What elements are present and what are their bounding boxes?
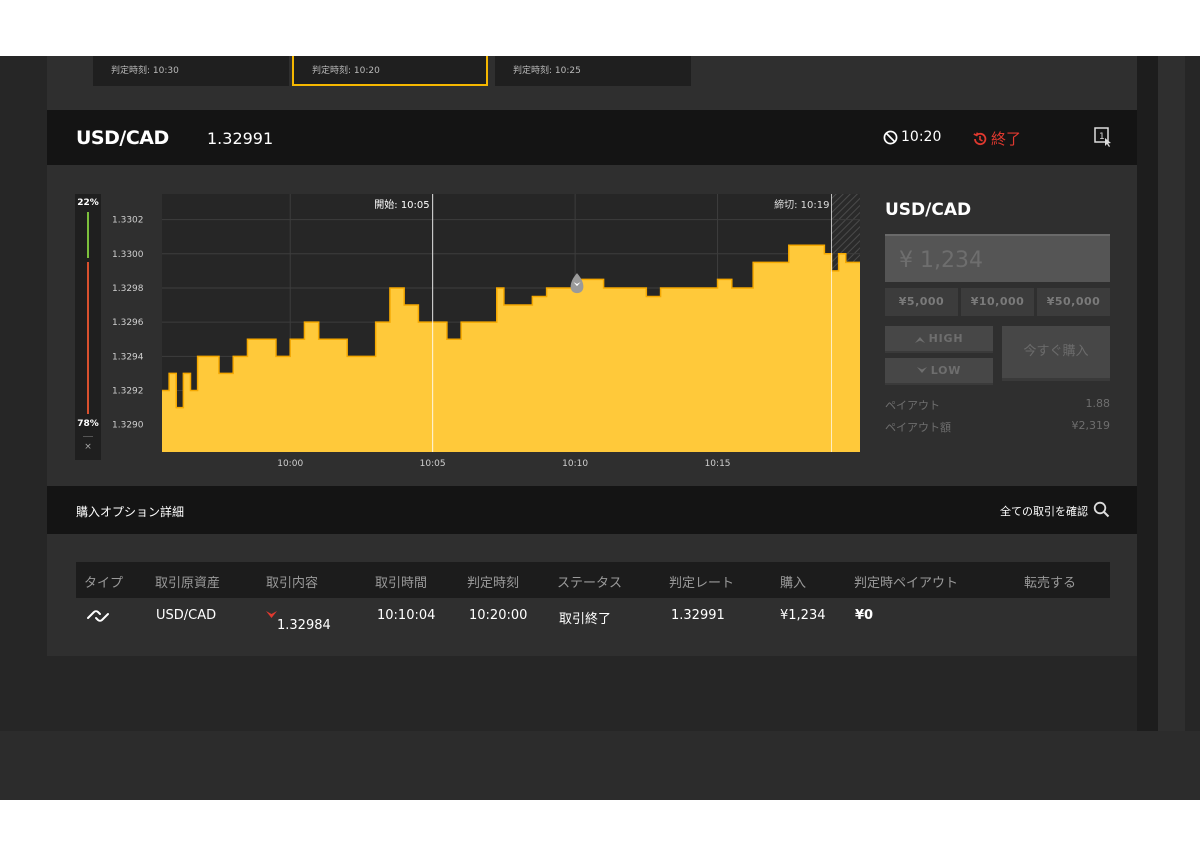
low-direction-icon	[266, 611, 277, 618]
col-judge-time: 判定時刻	[467, 576, 520, 591]
panel-asset-title: USD/CAD	[885, 200, 972, 220]
x-tick-label: 10:05	[420, 459, 446, 469]
low-button-label: LOW	[930, 364, 962, 377]
details-table-header: タイプ 取引原資産 取引内容 取引時間 判定時刻 ステータス 判定レート 購入 …	[76, 562, 1110, 598]
amount-input[interactable]: ¥ 1,234	[885, 234, 1110, 282]
preset-50000-button[interactable]: ¥50,000	[1037, 288, 1110, 316]
asset-header: USD/CAD 1.32991 10:20 終了 1	[47, 110, 1137, 165]
col-type: タイプ	[84, 576, 124, 591]
option-tab-1025[interactable]: 判定時刻: 10:25	[495, 56, 691, 86]
ratio-separator	[83, 436, 93, 437]
col-asset: 取引原資産	[155, 576, 221, 591]
single-chart-view-icon[interactable]: 1	[1094, 127, 1112, 147]
trade-status: 終了	[972, 128, 1021, 149]
table-row[interactable]: USD/CAD 1.32984 10:10:04 10:20:00 取引終了 1…	[76, 598, 1110, 634]
x-tick-label: 10:15	[705, 459, 731, 469]
low-button[interactable]: LOW	[885, 358, 993, 385]
row-judge-time: 10:20:00	[469, 608, 528, 623]
high-button[interactable]: HIGH	[885, 326, 993, 353]
option-tab-1030[interactable]: 判定時刻: 10:30	[93, 56, 289, 86]
no-entry-icon	[883, 130, 898, 144]
trade-card: 判定時刻: 10:30 判定時刻: 10:20 判定時刻: 10:25 USD/…	[47, 56, 1137, 656]
col-status: ステータス	[557, 576, 623, 591]
col-content: 取引内容	[266, 576, 319, 591]
price-chart: 1.3302 1.3300 1.3298 1.3296 1.3294 1.3292 1.32…	[112, 194, 860, 469]
chevron-down-icon	[916, 367, 927, 373]
row-content: 1.32984	[266, 608, 331, 633]
high-ratio-bar	[87, 212, 89, 258]
x-tick-label: 10:10	[562, 459, 588, 469]
option-tab-label: 判定時刻: 10:30	[111, 66, 179, 76]
footer-band	[0, 731, 1200, 800]
asset-symbol: USD/CAD	[76, 127, 169, 149]
option-tab-label: 判定時刻: 10:20	[312, 66, 380, 76]
buy-now-button[interactable]: 今すぐ購入	[1002, 326, 1110, 381]
col-purchase: 購入	[780, 576, 807, 591]
view-all-trades-link[interactable]: 全ての取引を確認	[1000, 503, 1088, 519]
trade-status-text: 終了	[991, 130, 1022, 148]
high-low-type-icon	[87, 610, 109, 622]
history-icon	[973, 131, 987, 145]
option-tab-label: 判定時刻: 10:25	[513, 66, 581, 76]
payout-value: 1.88	[1085, 397, 1111, 410]
payout-amount-label: ペイアウト額	[885, 421, 951, 434]
svg-text:1: 1	[1099, 132, 1105, 142]
row-judge-rate: 1.32991	[671, 608, 725, 623]
high-button-label: HIGH	[928, 332, 964, 345]
y-tick-label: 1.3302	[112, 216, 144, 226]
row-payout: ¥0	[855, 608, 874, 623]
row-trade-time: 10:10:04	[377, 608, 436, 623]
y-tick-label: 1.3300	[112, 250, 144, 260]
row-status: 取引終了	[559, 612, 612, 627]
payout-amount-row: ペイアウト額 ¥2,319	[885, 419, 1110, 435]
y-tick-label: 1.3294	[112, 352, 144, 362]
col-payout: 判定時ペイアウト	[854, 576, 959, 591]
search-icon[interactable]	[1093, 501, 1110, 518]
payout-row: ペイアウト 1.88	[885, 397, 1110, 413]
row-asset: USD/CAD	[156, 608, 217, 623]
row-content-rate: 1.32984	[277, 618, 331, 633]
high-low-ratio: 22% 78% ×	[75, 194, 101, 460]
low-ratio-bar	[87, 262, 89, 414]
y-tick-label: 1.3292	[112, 386, 144, 396]
payout-label: ペイアウト	[885, 399, 940, 412]
option-tab-1020[interactable]: 判定時刻: 10:20	[292, 56, 488, 86]
high-ratio: 22%	[77, 198, 99, 208]
details-header: 購入オプション詳細 全ての取引を確認	[47, 486, 1137, 534]
current-rate: 1.32991	[207, 129, 274, 148]
y-tick-label: 1.3298	[112, 284, 144, 294]
row-purchase: ¥1,234	[780, 608, 826, 623]
col-resell: 転売する	[1024, 576, 1077, 591]
payout-amount-value: ¥2,319	[1071, 419, 1111, 432]
y-tick-label: 1.3290	[112, 421, 144, 431]
col-judge-rate: 判定レート	[669, 576, 735, 591]
col-trade-time: 取引時間	[375, 576, 428, 591]
close-ratio-button[interactable]: ×	[75, 442, 101, 452]
scroll-track[interactable]	[1158, 56, 1185, 731]
preset-10000-button[interactable]: ¥10,000	[961, 288, 1034, 316]
details-title: 購入オプション詳細	[76, 505, 185, 519]
preset-5000-button[interactable]: ¥5,000	[885, 288, 958, 316]
y-tick-label: 1.3296	[112, 318, 144, 328]
app-window: 判定時刻: 10:30 判定時刻: 10:20 判定時刻: 10:25 USD/…	[0, 56, 1200, 800]
close-time-label: 締切: 10:19	[774, 198, 829, 211]
low-ratio: 78%	[77, 419, 99, 429]
chevron-up-icon	[914, 337, 925, 343]
start-time-label: 開始: 10:05	[374, 198, 429, 211]
expiry-time: 10:20	[901, 129, 942, 145]
x-tick-label: 10:00	[277, 459, 303, 469]
expiry-timer: 10:20	[883, 129, 941, 145]
right-strip	[1137, 56, 1158, 731]
